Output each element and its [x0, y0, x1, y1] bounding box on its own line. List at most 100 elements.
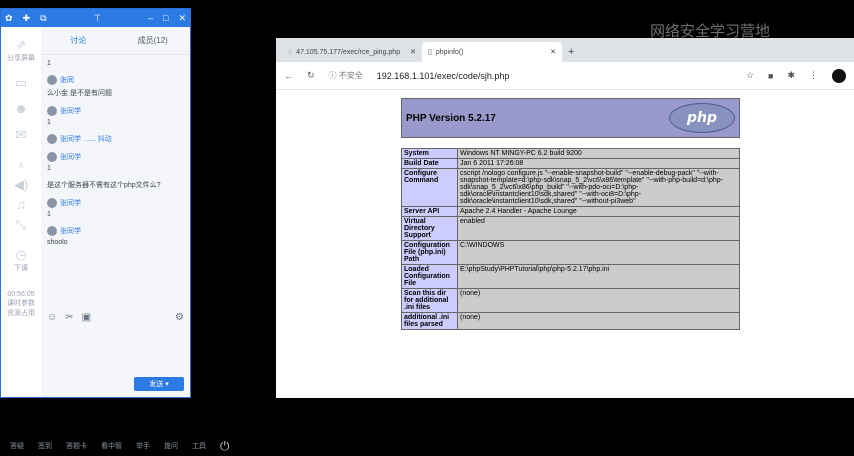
expand-button[interactable]: ⤡ — [1, 217, 41, 233]
end-class-button[interactable]: ◷ 下课 — [1, 247, 41, 273]
popout-icon[interactable]: ⧉ — [40, 13, 46, 24]
chat-icon: ✉ — [15, 127, 27, 142]
row-value: C:\WINDOWS — [457, 240, 740, 265]
toolbar-item-tools[interactable]: 工具 — [192, 441, 206, 451]
table-row: Virtual Directory Support enabled — [401, 216, 740, 241]
pin-top-icon[interactable]: ⊤ — [93, 13, 101, 24]
settings-icon[interactable]: ✿ — [5, 13, 13, 24]
new-tab-button[interactable]: + — [562, 46, 580, 62]
toolbar-item-view[interactable]: 看中智 — [101, 441, 122, 451]
phpinfo-header: PHP Version 5.2.17 php — [401, 98, 740, 138]
send-label: 发送 — [149, 381, 164, 388]
screen-button[interactable]: ▭ — [1, 75, 41, 91]
message-text: 1 — [47, 211, 51, 218]
page-content: PHP Version 5.2.17 php System Windows NT … — [276, 90, 854, 398]
php-logo: php — [669, 103, 735, 133]
tab-discussion[interactable]: 讨论 — [41, 35, 116, 46]
avatar — [47, 152, 57, 162]
chat-tabs: 讨论 成员(12) — [41, 27, 190, 55]
row-value: Jan 6 2011 17:26:08 — [457, 158, 740, 169]
url-field[interactable]: 192.168.1.101/exec/code/sjh.php — [377, 71, 510, 81]
row-key: Build Date — [401, 158, 458, 169]
close-icon[interactable]: ✕ — [178, 13, 186, 24]
chat-panel: ✿ ✚ ⧉ ⊤ – □ ✕ 讨论 成员(12) 1 张同 么小金 是不是有问题 张… — [0, 8, 191, 398]
browser-tab-active[interactable]: ▯ phpinfo() ✕ — [422, 42, 562, 62]
person-button[interactable]: ☻ — [1, 101, 41, 117]
expand-icon: ⤡ — [15, 217, 27, 232]
profile-avatar[interactable] — [832, 68, 846, 83]
browser-tabstrip: ◌ 47.105.75.177/exec/rce_ping.php ✕ ▯ phpin… — [276, 38, 854, 62]
reload-icon[interactable]: ↻ — [307, 70, 315, 81]
back-arrow-icon[interactable]: ← — [284, 71, 293, 81]
globe-icon: ◌ — [288, 48, 293, 56]
menu-icon[interactable]: ⋮ — [809, 70, 818, 81]
gear-icon[interactable]: ⚙ — [175, 312, 184, 323]
person-icon: ☻ — [14, 101, 28, 116]
speaker-icon: ◀) — [13, 177, 29, 192]
maximize-icon[interactable]: □ — [163, 13, 168, 23]
message-text: 是这个服务器不需有这个php文件么? — [47, 182, 161, 189]
table-row: Configure Command cscript /nologo configu… — [401, 168, 740, 207]
page-title: PHP Version 5.2.17 — [406, 112, 496, 124]
toolbar-item-question[interactable]: 提问 — [164, 441, 178, 451]
security-indicator[interactable]: ⓘ 不安全 — [329, 70, 363, 81]
share-screen-label: 分享屏幕 — [7, 55, 35, 62]
chat-toolbar: ☺ ✂ ▣ ⚙ — [47, 312, 184, 323]
pin-icon[interactable]: ✚ — [23, 13, 31, 24]
bottom-toolbar: 答疑 签到 答题卡 看中智 举手 提问 工具 ⏻ — [0, 436, 854, 456]
emoji-icon[interactable]: ☺ — [47, 312, 57, 323]
info-icon: ⓘ — [328, 71, 337, 80]
tab-title: phpinfo() — [435, 48, 464, 56]
row-value: Windows NT MINGY-PC 6.2 build 9200 — [457, 148, 740, 159]
message-user: 张同学 — [60, 108, 81, 115]
message-user: 张同学 — [60, 228, 81, 235]
music-button[interactable]: ♫ — [1, 197, 41, 213]
message-text: shoolo — [47, 239, 68, 246]
desktop: 网络安全学习营地 ✿ ✚ ⧉ ⊤ – □ ✕ 讨论 成员(12) 1 张同 么小金… — [0, 0, 854, 456]
class-stats: 课时参数 — [7, 300, 35, 307]
row-key: Loaded Configuration File — [401, 264, 458, 289]
avatar — [47, 226, 57, 236]
minimize-icon[interactable]: – — [148, 13, 153, 23]
mic-icon: ♁ — [16, 157, 26, 172]
security-label: 不安全 — [338, 71, 363, 80]
message-user: 张同学 — [60, 200, 81, 207]
toolbar-item-answer-card[interactable]: 答题卡 — [66, 441, 87, 451]
star-icon[interactable]: ☆ — [746, 70, 754, 81]
power-icon[interactable]: ⏻ — [220, 439, 230, 454]
row-key: additional .ini files parsed — [401, 312, 458, 330]
close-tab-icon[interactable]: ✕ — [410, 48, 416, 56]
mic-button[interactable]: ♁ — [1, 157, 41, 173]
chat-body: 讨论 成员(12) 1 张同 么小金 是不是有问题 张同学 1 张同学...... … — [41, 27, 190, 397]
list-item: 是这个服务器不需有这个php文件么? — [47, 180, 184, 190]
speaker-button[interactable]: ◀) — [1, 177, 41, 193]
end-class-label: 下课 — [14, 265, 28, 272]
close-tab-icon[interactable]: ✕ — [550, 48, 556, 56]
timer: 00:56:05 — [7, 291, 35, 298]
chat-button[interactable]: ✉ — [1, 127, 41, 143]
share-screen-button[interactable]: ⇗ 分享屏幕 — [1, 37, 41, 63]
screen-icon: ▭ — [14, 75, 28, 90]
row-value: cscript /nologo configure.js "--enable-s… — [457, 168, 740, 207]
row-key: Virtual Directory Support — [401, 216, 458, 241]
message-list: 1 张同 么小金 是不是有问题 张同学 1 张同学...... 抖动 张同学 1 是这… — [41, 55, 190, 256]
extension-icon[interactable]: ■ — [768, 71, 773, 81]
toolbar-item-raise-hand[interactable]: 举手 — [136, 441, 150, 451]
image-icon[interactable]: ▣ — [82, 312, 91, 323]
avatar — [47, 198, 57, 208]
list-item: 1 — [47, 60, 184, 67]
toolbar-item-qa[interactable]: 答疑 — [10, 441, 24, 451]
toolbar-item-checkin[interactable]: 签到 — [38, 441, 52, 451]
browser-tab[interactable]: ◌ 47.105.75.177/exec/rce_ping.php ✕ — [282, 42, 422, 62]
vertical-toolbar: ⇗ 分享屏幕 ▭ ☻ ✉ ♁ ◀) ♫ ⤡ ◷ 下课 00:56:05 课时参数 资… — [1, 33, 41, 443]
puzzle-icon[interactable]: ✱ — [787, 70, 795, 81]
row-value: E:\phpStudy\PHPTutorial\php\php-5.2.17\p… — [457, 264, 740, 289]
send-button[interactable]: 发送 ▾ — [134, 377, 184, 391]
list-item: 张同学...... 抖动 — [47, 134, 184, 144]
avatar — [47, 75, 57, 85]
scissors-icon[interactable]: ✂ — [65, 312, 73, 323]
list-item: 张同学 shoolo — [47, 226, 184, 246]
list-item: 张同 么小金 是不是有问题 — [47, 75, 184, 98]
tab-members[interactable]: 成员(12) — [116, 35, 191, 46]
avatar — [47, 134, 57, 144]
